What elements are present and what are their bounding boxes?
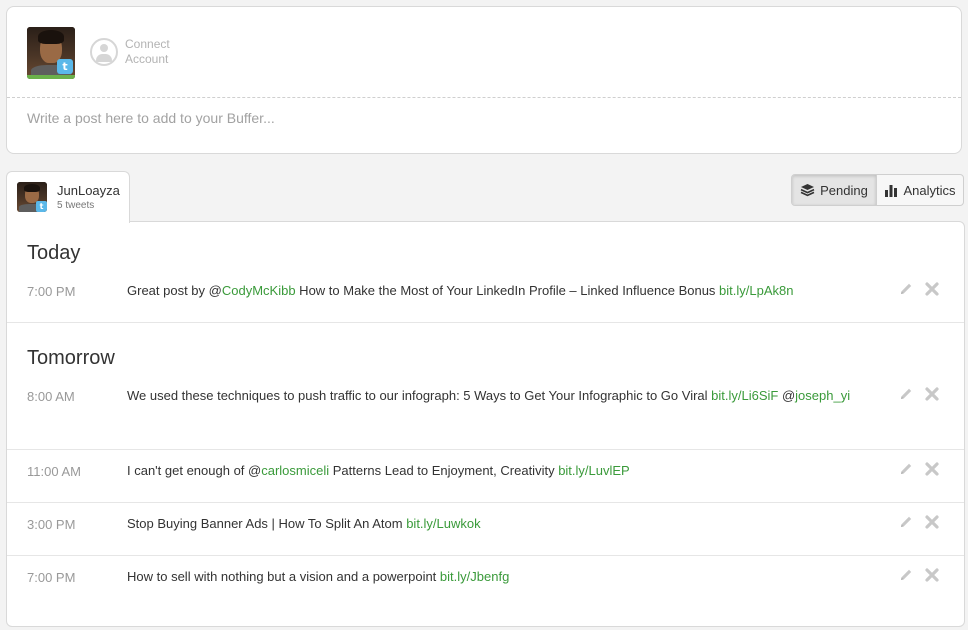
post-text-segment: How to Make the Most of Your LinkedIn Pr…	[295, 283, 720, 298]
post-actions	[898, 461, 940, 482]
post-time: 3:00 PM	[27, 517, 76, 532]
connect-account-button[interactable]: Connect Account	[90, 37, 170, 67]
profile-name: JunLoayza	[57, 183, 120, 198]
post-link[interactable]: bit.ly/Luwkok	[406, 516, 480, 531]
profile-tab-avatar: t	[17, 182, 47, 212]
bar-chart-icon	[885, 184, 898, 197]
post-link[interactable]: bit.ly/LuvlEP	[558, 463, 630, 478]
twitter-icon: t	[57, 59, 73, 74]
post-link[interactable]: bit.ly/LpAk8n	[719, 283, 793, 298]
analytics-button[interactable]: Analytics	[877, 175, 963, 205]
post-text-segment: We used these techniques to push traffic…	[127, 388, 712, 403]
post-text: We used these techniques to push traffic…	[127, 385, 867, 407]
connect-label-line1: Connect	[125, 37, 170, 51]
post-time: 7:00 PM	[27, 284, 76, 299]
analytics-label: Analytics	[903, 182, 956, 198]
delete-close-icon[interactable]	[924, 567, 940, 588]
divider	[7, 322, 964, 323]
post-text: I can't get enough of @carlosmiceli Patt…	[127, 460, 867, 482]
queue-item[interactable]: 7:00 PM How to sell with nothing but a v…	[7, 566, 964, 608]
post-text-segment: How to sell with nothing but a vision an…	[127, 569, 440, 584]
post-actions	[898, 514, 940, 535]
tweet-count: 5 tweets	[57, 200, 95, 211]
post-link[interactable]: CodyMcKibb	[222, 283, 296, 298]
delete-close-icon[interactable]	[924, 514, 940, 535]
queue-item[interactable]: 11:00 AM I can't get enough of @carlosmi…	[7, 460, 964, 502]
view-toggle: Pending Analytics	[791, 174, 964, 206]
divider	[7, 555, 964, 556]
day-heading: Tomorrow	[27, 347, 115, 369]
post-queue: Today 7:00 PM Great post by @CodyMcKibb …	[6, 221, 965, 627]
post-actions	[898, 567, 940, 588]
post-text-segment: @	[778, 388, 796, 403]
post-link[interactable]: joseph_yi	[795, 388, 850, 403]
edit-pencil-icon[interactable]	[898, 386, 914, 407]
edit-pencil-icon[interactable]	[898, 567, 914, 588]
post-time: 11:00 AM	[27, 464, 81, 479]
selected-indicator	[27, 75, 75, 79]
profile-tab-junloayza[interactable]: t JunLoayza 5 tweets	[6, 171, 130, 223]
delete-close-icon[interactable]	[924, 281, 940, 302]
delete-close-icon[interactable]	[924, 461, 940, 482]
edit-pencil-icon[interactable]	[898, 514, 914, 535]
post-time: 8:00 AM	[27, 389, 75, 404]
account-row: t Connect Account	[7, 7, 961, 98]
edit-pencil-icon[interactable]	[898, 461, 914, 482]
post-actions	[898, 281, 940, 302]
post-link[interactable]: carlosmiceli	[261, 463, 329, 478]
post-link[interactable]: bit.ly/Jbenfg	[440, 569, 509, 584]
edit-pencil-icon[interactable]	[898, 281, 914, 302]
post-text: Stop Buying Banner Ads | How To Split An…	[127, 513, 867, 535]
divider	[7, 502, 964, 503]
layers-icon	[800, 184, 815, 197]
pending-label: Pending	[820, 182, 868, 198]
post-text-segment: Patterns Lead to Enjoyment, Creativity	[329, 463, 559, 478]
post-text-segment: Stop Buying Banner Ads | How To Split An…	[127, 516, 407, 531]
post-input[interactable]	[27, 110, 927, 126]
post-text-segment: I can't get enough of @	[127, 463, 262, 478]
divider	[7, 449, 964, 450]
post-composer: t Connect Account	[6, 6, 962, 154]
delete-close-icon[interactable]	[924, 386, 940, 407]
pending-button[interactable]: Pending	[792, 175, 877, 205]
post-time: 7:00 PM	[27, 570, 76, 585]
day-heading: Today	[27, 242, 81, 264]
user-add-icon	[90, 38, 118, 66]
post-link[interactable]: bit.ly/Li6SiF	[711, 388, 778, 403]
profile-avatar[interactable]: t	[27, 27, 75, 79]
twitter-icon: t	[36, 201, 47, 212]
queue-item[interactable]: 3:00 PM Stop Buying Banner Ads | How To …	[7, 513, 964, 555]
queue-item[interactable]: 8:00 AM We used these techniques to push…	[7, 385, 964, 449]
queue-item[interactable]: 7:00 PM Great post by @CodyMcKibb How to…	[7, 280, 964, 322]
post-actions	[898, 386, 940, 407]
post-text-segment: Great post by @	[127, 283, 222, 298]
post-text: Great post by @CodyMcKibb How to Make th…	[127, 280, 867, 302]
post-text: How to sell with nothing but a vision an…	[127, 566, 867, 588]
connect-label-line2: Account	[125, 52, 169, 66]
